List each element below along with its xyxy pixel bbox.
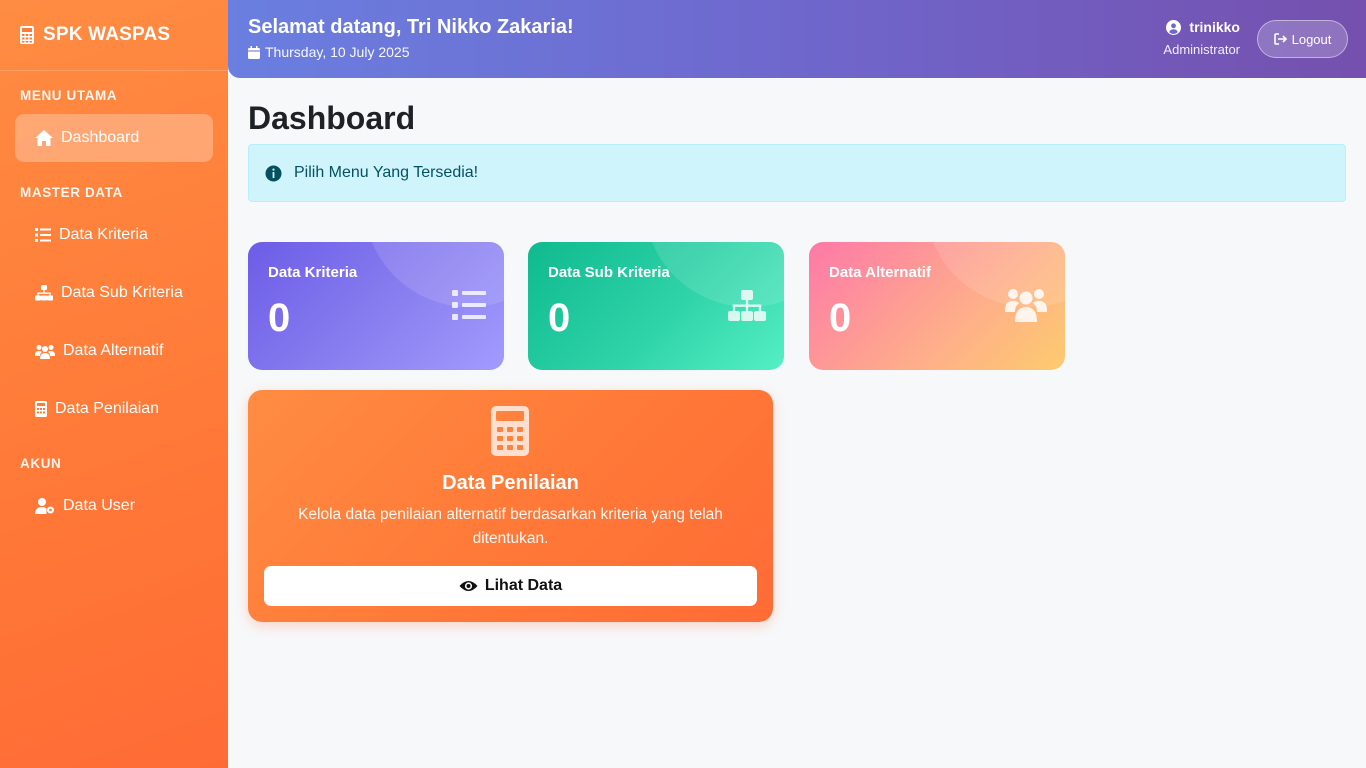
section-menu-utama: MENU UTAMA [20, 88, 118, 103]
stat-value: 0 [268, 296, 291, 340]
sitemap-icon [35, 285, 53, 301]
users-icon [1005, 289, 1047, 322]
sidebar-item-label: Data Sub Kriteria [61, 284, 183, 301]
penilaian-card-description: Kelola data penilaian alternatif berdasa… [298, 506, 723, 547]
user-cog-icon [35, 498, 54, 514]
user-role: Administrator [1163, 42, 1240, 57]
list-icon [35, 228, 51, 242]
sitemap-icon [728, 290, 766, 321]
sidebar-item-data-user[interactable]: Data User [15, 482, 213, 530]
sidebar-item-data-alternatif[interactable]: Data Alternatif [15, 327, 213, 375]
section-master-data: MASTER DATA [20, 185, 123, 200]
user-circle-icon [1166, 19, 1182, 35]
brand-title: SPK WASPAS [43, 24, 171, 45]
stat-label: Data Kriteria [268, 264, 358, 281]
alert-text: Pilih Menu Yang Tersedia! [294, 164, 479, 181]
user-info: trinikko Administrator [1163, 19, 1240, 57]
users-icon [35, 344, 55, 359]
sidebar-item-data-sub-kriteria[interactable]: Data Sub Kriteria [15, 269, 213, 317]
stat-value: 0 [548, 296, 571, 340]
sidebar: SPK WASPAS MENU UTAMA Dashboard MASTER D… [0, 0, 228, 768]
brand[interactable]: SPK WASPAS [0, 0, 228, 71]
stat-value: 0 [829, 296, 852, 340]
logout-label: Logout [1291, 31, 1332, 47]
top-header: Selamat datang, Tri Nikko Zakaria! Thurs… [228, 0, 1366, 78]
lihat-data-label: Lihat Data [484, 577, 563, 594]
info-icon [265, 165, 282, 181]
calculator-icon [491, 406, 529, 456]
section-akun: AKUN [20, 456, 62, 471]
welcome-message: Selamat datang, Tri Nikko Zakaria! [248, 16, 574, 38]
sidebar-item-label: Data Penilaian [55, 400, 160, 417]
penilaian-card: Data Penilaian Kelola data penilaian alt… [248, 390, 773, 622]
current-date: Thursday, 10 July 2025 [248, 44, 410, 60]
lihat-data-button[interactable]: Lihat Data [264, 566, 757, 606]
sidebar-item-label: Dashboard [61, 129, 140, 146]
date-text: Thursday, 10 July 2025 [265, 44, 410, 60]
stat-label: Data Sub Kriteria [548, 264, 670, 281]
sidebar-item-data-penilaian[interactable]: Data Penilaian [15, 385, 213, 433]
home-icon [35, 130, 53, 146]
calendar-icon [248, 45, 260, 59]
info-alert: Pilih Menu Yang Tersedia! [248, 144, 1346, 202]
penilaian-card-title: Data Penilaian [442, 472, 579, 494]
sidebar-item-label: Data User [63, 497, 136, 514]
stat-card-data-alternatif[interactable]: Data Alternatif 0 [809, 242, 1065, 370]
calculator-icon [20, 26, 34, 44]
stat-label: Data Alternatif [829, 264, 931, 281]
page-title: Dashboard [248, 100, 416, 136]
stat-card-data-kriteria[interactable]: Data Kriteria 0 [248, 242, 504, 370]
calculator-icon [35, 401, 47, 417]
sign-out-icon [1273, 33, 1287, 45]
sidebar-item-label: Data Kriteria [59, 226, 148, 243]
eye-icon [459, 581, 478, 591]
user-name-row: trinikko [1163, 19, 1240, 35]
logout-button[interactable]: Logout [1257, 20, 1348, 58]
sidebar-item-label: Data Alternatif [63, 342, 164, 359]
sidebar-item-dashboard[interactable]: Dashboard [15, 114, 213, 162]
username: trinikko [1189, 19, 1240, 35]
sidebar-item-data-kriteria[interactable]: Data Kriteria [15, 211, 213, 259]
list-icon [452, 290, 486, 320]
stat-card-data-sub-kriteria[interactable]: Data Sub Kriteria 0 [528, 242, 784, 370]
